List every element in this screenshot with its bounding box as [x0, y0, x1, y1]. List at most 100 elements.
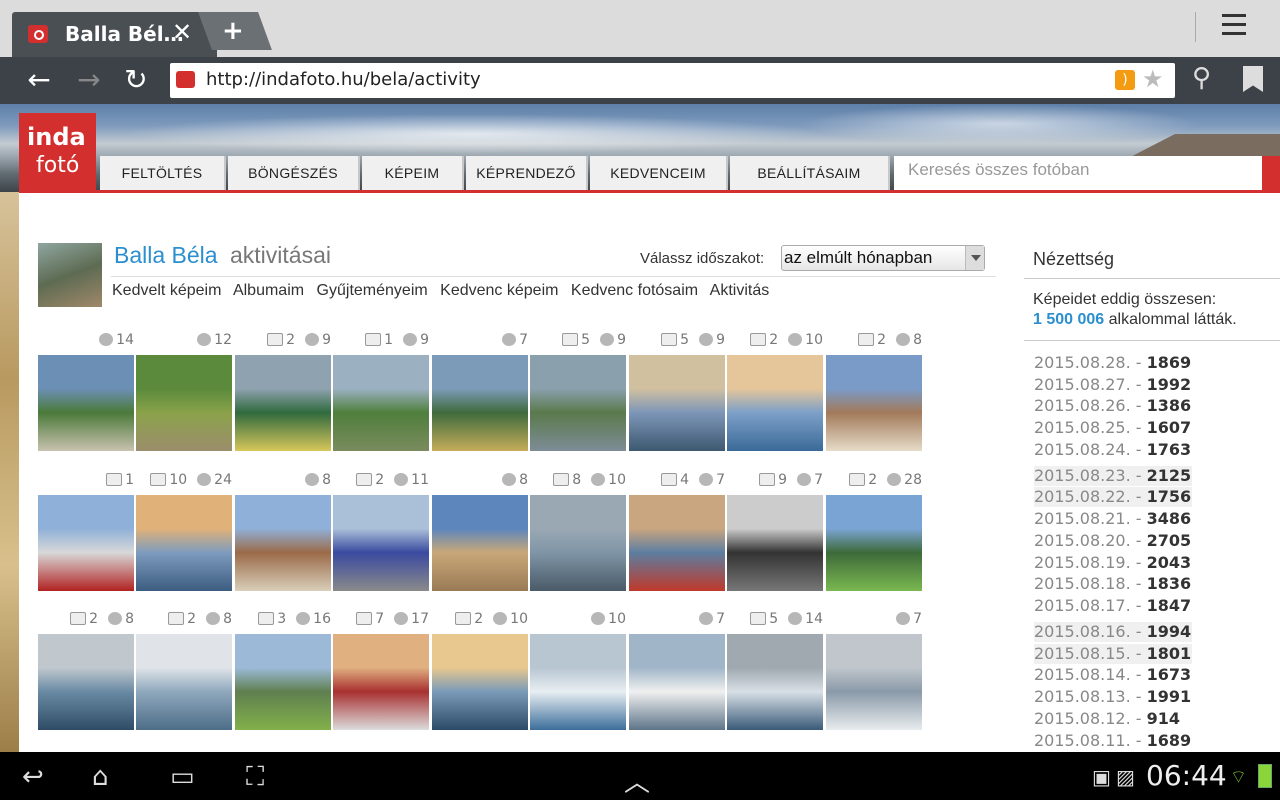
- photo-thumbnail[interactable]: [629, 634, 725, 730]
- daily-views-date: 2015.08.22. -: [1034, 487, 1147, 506]
- photo-thumbnail[interactable]: [38, 355, 134, 451]
- daily-views-count: 1607: [1146, 418, 1192, 437]
- screenshot-icon[interactable]: ⛶: [246, 762, 264, 793]
- heart-icon: [197, 472, 212, 486]
- heart-icon: [788, 611, 803, 625]
- period-label: Válassz időszakot:: [640, 250, 765, 267]
- photo-stats: 28: [136, 611, 232, 629]
- subnav-collections[interactable]: Gyűjteményeim: [317, 282, 428, 299]
- comment-count: 2: [868, 472, 878, 488]
- comment-icon: [168, 611, 185, 625]
- nav-settings[interactable]: BEÁLLÍTÁSAIM: [730, 156, 890, 190]
- tab-strip: Balla Bél… ✕ +: [0, 0, 1280, 57]
- site-search-input[interactable]: Keresés összes fotóban: [894, 156, 1262, 190]
- photo-stats: 97: [727, 472, 823, 490]
- comment-count: 4: [680, 472, 690, 488]
- comment-count: 2: [474, 611, 484, 627]
- photo-thumbnail[interactable]: [333, 495, 429, 591]
- back-icon[interactable]: ←: [22, 63, 56, 97]
- subnav-fav-photos[interactable]: Kedvenc képeim: [440, 282, 558, 299]
- photo-thumbnail[interactable]: [235, 495, 331, 591]
- nav-upload[interactable]: FELTÖLTÉS: [100, 156, 226, 190]
- nav-organizer[interactable]: KÉPRENDEZŐ: [466, 156, 588, 190]
- photo-thumbnail[interactable]: [136, 495, 232, 591]
- comment-icon: [750, 332, 767, 346]
- daily-views-row: 2015.08.15. - 1801: [1034, 644, 1192, 664]
- photo-thumbnail[interactable]: [826, 634, 922, 730]
- photo-thumbnail[interactable]: [432, 495, 528, 591]
- photo-stats: 29: [235, 332, 331, 350]
- reload-icon[interactable]: ↻: [119, 63, 153, 97]
- photo-thumbnail[interactable]: [530, 495, 626, 591]
- chevron-up-icon[interactable]: ︿: [624, 762, 650, 799]
- photo-stats: 7: [629, 611, 725, 629]
- heart-icon: [591, 611, 606, 625]
- photo-stats: 2 10: [727, 332, 823, 350]
- photo-thumbnail[interactable]: [727, 495, 823, 591]
- gallery-icon[interactable]: ▨: [1116, 765, 1135, 789]
- comment-icon: [356, 472, 373, 486]
- daily-views-date: 2015.08.26. -: [1034, 396, 1147, 415]
- photo-thumbnail[interactable]: [235, 355, 331, 451]
- photo-thumbnail[interactable]: [235, 634, 331, 730]
- site-search-button[interactable]: [1262, 156, 1280, 190]
- close-tab-icon[interactable]: ✕: [172, 18, 192, 46]
- photo-thumbnail[interactable]: [136, 634, 232, 730]
- photo-thumbnail[interactable]: [136, 355, 232, 451]
- heart-icon: [99, 332, 114, 346]
- photo-thumbnail[interactable]: [38, 634, 134, 730]
- forward-icon[interactable]: →: [72, 63, 106, 97]
- photo-thumbnail[interactable]: [432, 634, 528, 730]
- photo-thumbnail[interactable]: [727, 634, 823, 730]
- recent-apps-icon[interactable]: ▭: [170, 762, 195, 792]
- heart-icon: [896, 611, 911, 625]
- photo-thumbnail[interactable]: [333, 634, 429, 730]
- avatar[interactable]: [38, 243, 102, 307]
- period-select[interactable]: az elmúlt hónapban: [781, 245, 985, 271]
- nav-favorites[interactable]: KEDVENCEIM: [590, 156, 728, 190]
- subnav-liked[interactable]: Kedvelt képeim: [112, 282, 221, 299]
- nav-my-photos[interactable]: KÉPEIM: [362, 156, 464, 190]
- profile-name[interactable]: Balla Béla: [114, 242, 218, 269]
- search-icon[interactable]: ⚲: [1192, 63, 1211, 93]
- subnav-albums[interactable]: Albumaim: [233, 282, 304, 299]
- comment-icon: [553, 472, 570, 486]
- rss-icon[interactable]: ): [1115, 70, 1135, 90]
- photo-thumbnail[interactable]: [432, 355, 528, 451]
- divider: [1024, 278, 1280, 279]
- photo-thumbnail[interactable]: [629, 355, 725, 451]
- heart-icon: [797, 472, 812, 486]
- home-icon[interactable]: ⌂: [92, 762, 109, 792]
- like-count: 9: [322, 332, 331, 348]
- photo-stats: 10: [530, 611, 626, 629]
- photo-stats: 2 28: [826, 472, 922, 490]
- back-nav-icon[interactable]: ↩: [22, 762, 44, 792]
- comment-icon: [356, 611, 373, 625]
- daily-views-count: 2125: [1146, 466, 1192, 485]
- heart-icon: [394, 611, 409, 625]
- chevron-down-icon[interactable]: [965, 246, 984, 270]
- bookmark-icon[interactable]: [1243, 66, 1263, 92]
- site-logo[interactable]: inda fotó: [19, 113, 96, 191]
- nav-browse[interactable]: BÖNGÉSZÉS: [228, 156, 360, 190]
- daily-views-date: 2015.08.19. -: [1034, 553, 1147, 572]
- photo-thumbnail[interactable]: [38, 495, 134, 591]
- photo-thumbnail[interactable]: [530, 355, 626, 451]
- url-text[interactable]: http://indafoto.hu/bela/activity: [206, 69, 481, 90]
- menu-icon[interactable]: [1222, 14, 1254, 42]
- plus-icon[interactable]: +: [222, 16, 244, 46]
- browser-toolbar: ← → ↻ http://indafoto.hu/bela/activity )…: [0, 57, 1280, 104]
- subnav-fav-photographers[interactable]: Kedvenc fotósaim: [571, 282, 698, 299]
- address-bar[interactable]: http://indafoto.hu/bela/activity ) ★: [170, 63, 1175, 98]
- photo-thumbnail[interactable]: [727, 355, 823, 451]
- star-icon[interactable]: ★: [1142, 65, 1164, 93]
- camera-favicon-icon: [176, 71, 195, 88]
- notification-icon[interactable]: ▣: [1092, 765, 1111, 789]
- photo-thumbnail[interactable]: [530, 634, 626, 730]
- photo-thumbnail[interactable]: [826, 495, 922, 591]
- browser-tab[interactable]: Balla Bél… ✕: [12, 12, 217, 57]
- photo-thumbnail[interactable]: [629, 495, 725, 591]
- subnav-activity[interactable]: Aktivitás: [710, 282, 770, 299]
- photo-thumbnail[interactable]: [826, 355, 922, 451]
- photo-thumbnail[interactable]: [333, 355, 429, 451]
